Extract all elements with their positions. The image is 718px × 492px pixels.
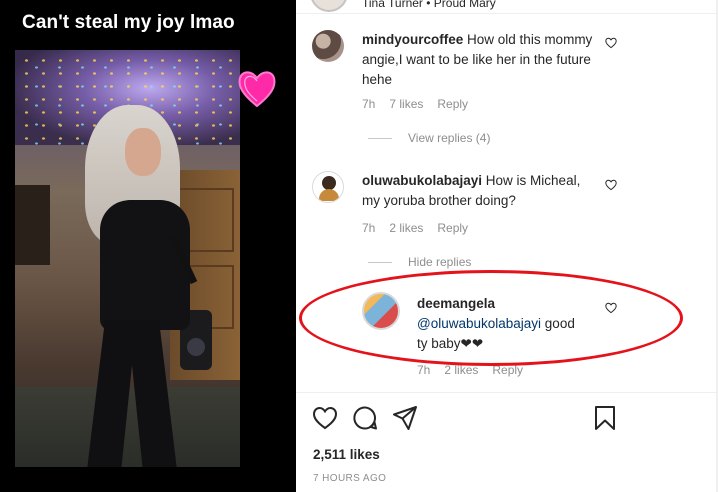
dark-doorway	[15, 185, 50, 265]
hide-replies-button[interactable]: Hide replies	[368, 255, 471, 269]
author-avatar[interactable]	[310, 0, 348, 12]
reply-time[interactable]: 7h	[417, 363, 430, 377]
commenter-avatar[interactable]	[312, 30, 344, 62]
comment-username[interactable]: oluwabukolabajayi	[362, 173, 482, 188]
video-caption: Can't steal my joy lmao	[22, 12, 235, 33]
singer-body	[100, 200, 190, 330]
comment-icon[interactable]	[352, 405, 378, 431]
red-highlight-circle	[299, 270, 683, 366]
comment-time[interactable]: 7h	[362, 97, 375, 111]
commenter-avatar[interactable]	[312, 171, 344, 203]
comment-likes[interactable]: 2 likes	[389, 221, 423, 235]
comment-text-block: mindyourcoffee How old this mommy angie,…	[362, 30, 594, 90]
heart-like-icon[interactable]	[605, 37, 617, 49]
comment-likes[interactable]: 7 likes	[389, 97, 423, 111]
view-replies-button[interactable]: View replies (4)	[368, 131, 490, 145]
comment-meta: 7h 7 likes Reply	[362, 97, 482, 111]
story-video-panel[interactable]: Can't steal my joy lmao	[0, 0, 296, 492]
comments-panel: Tina Turner • Proud Mary mindyourcoffee …	[296, 0, 718, 492]
comment-meta: 7h 2 likes Reply	[362, 221, 482, 235]
post-actions-bar	[296, 392, 718, 442]
comment-text-block: oluwabukolabajayi How is Micheal, my yor…	[362, 171, 594, 211]
likes-count[interactable]: 2,511 likes	[313, 447, 380, 462]
post-timestamp[interactable]: 7 HOURS AGO	[313, 473, 386, 484]
bookmark-icon[interactable]	[592, 405, 618, 431]
video-frame[interactable]	[15, 50, 240, 467]
comment-username[interactable]: mindyourcoffee	[362, 32, 463, 47]
heart-icon[interactable]	[312, 405, 338, 431]
heart-sticker-icon	[238, 71, 276, 108]
singer-face	[125, 128, 161, 176]
comment-time[interactable]: 7h	[362, 221, 375, 235]
heart-like-icon[interactable]	[605, 179, 617, 191]
share-icon[interactable]	[392, 405, 418, 431]
post-header: Tina Turner • Proud Mary	[296, 0, 718, 14]
reply-link[interactable]: Reply	[437, 221, 468, 235]
reply-link[interactable]: Reply	[437, 97, 468, 111]
audio-attribution[interactable]: Tina Turner • Proud Mary	[362, 0, 496, 10]
